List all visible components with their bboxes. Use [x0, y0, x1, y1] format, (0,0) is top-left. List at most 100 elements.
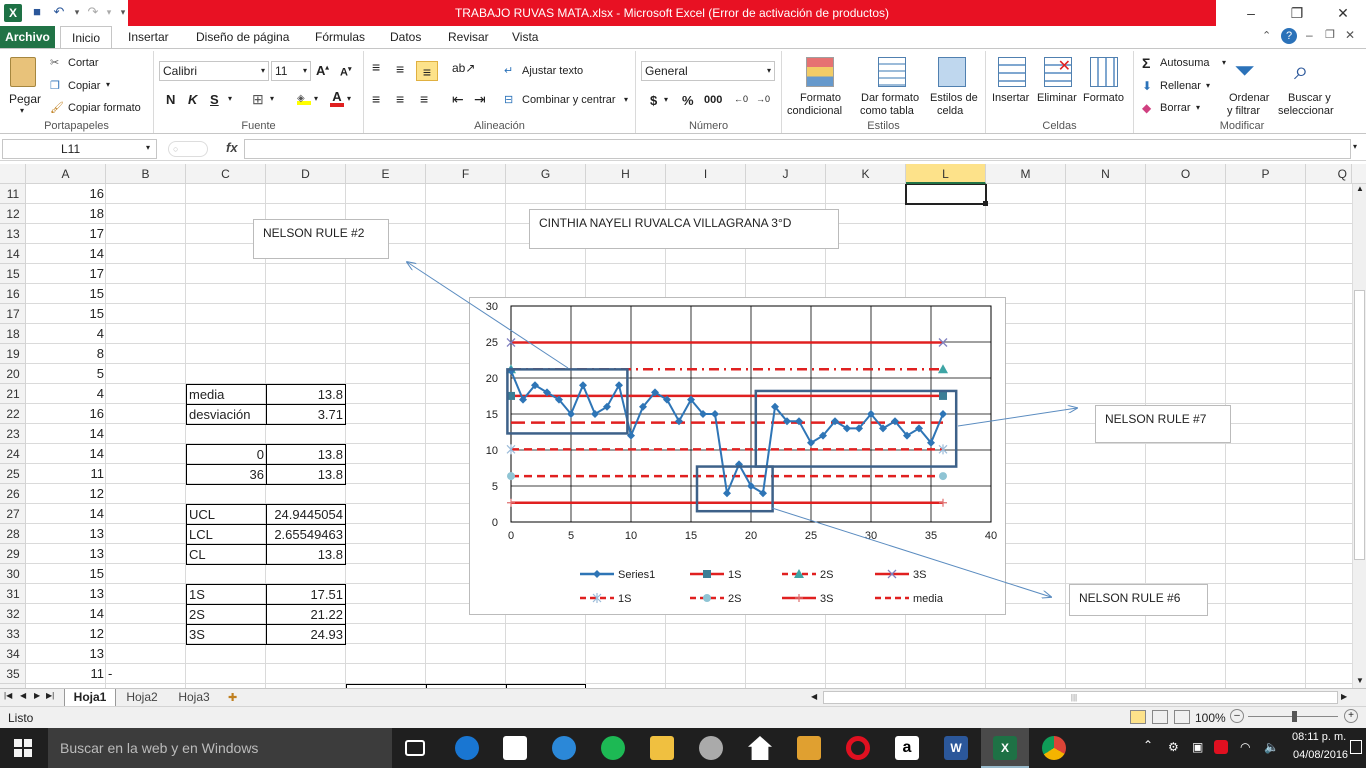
row-header-21[interactable]: 21 [0, 384, 26, 404]
cell-d21[interactable]: 13.8 [266, 384, 346, 405]
column-header-o[interactable]: O [1146, 164, 1226, 184]
conditional-format-icon[interactable] [806, 57, 834, 87]
cell-d24[interactable]: 13.8 [266, 444, 346, 465]
cell-c22[interactable]: desviación [186, 404, 267, 425]
tab-vista[interactable]: Vista [508, 26, 542, 48]
column-header-g[interactable]: G [506, 164, 586, 184]
cell-styles-icon[interactable] [938, 57, 966, 87]
cell-a27[interactable]: 14 [26, 504, 106, 524]
fill-color-icon[interactable]: ◈ [297, 93, 311, 105]
tab-datos[interactable]: Datos [386, 26, 425, 48]
zoom-in-icon[interactable]: + [1344, 709, 1358, 723]
row-header-24[interactable]: 24 [0, 444, 26, 464]
align-left-icon[interactable]: ≡ [372, 91, 380, 107]
undo-icon[interactable]: ↶ [50, 3, 68, 21]
scroll-left-icon[interactable]: ◀ [811, 692, 817, 701]
scroll-up-icon[interactable]: ▲ [1356, 184, 1364, 193]
cell-a16[interactable]: 15 [26, 284, 106, 304]
vertical-scrollbar[interactable]: ▲ ▼ [1352, 184, 1366, 688]
tab-formulas[interactable]: Fórmulas [311, 26, 369, 48]
font-size-select[interactable]: 11 ▾ [271, 61, 311, 81]
spotify-icon[interactable] [601, 736, 625, 760]
delete-cells-icon[interactable]: ✕ [1044, 57, 1072, 87]
row-header-14[interactable]: 14 [0, 244, 26, 264]
cell-c31[interactable]: 1S [186, 584, 267, 605]
name-box[interactable]: L11 [2, 139, 157, 159]
align-bottom-icon[interactable]: ≡ [416, 61, 438, 81]
horizontal-scrollbar[interactable]: ||| [823, 691, 1338, 704]
sort-filter-label-1[interactable]: Ordenar [1229, 92, 1269, 104]
clock-time[interactable]: 08:11 p. m. [1292, 731, 1346, 743]
wrap-text-button[interactable]: Ajustar texto [522, 65, 583, 77]
paste-dropdown-icon[interactable]: ▾ [20, 106, 24, 115]
action-center-icon[interactable] [1350, 740, 1362, 754]
cell-a34[interactable]: 13 [26, 644, 106, 664]
sheet-tab-hoja3[interactable]: Hoja3 [172, 689, 216, 707]
currency-dropdown-icon[interactable]: ▾ [664, 95, 668, 104]
row-header-33[interactable]: 33 [0, 624, 26, 644]
column-header-e[interactable]: E [346, 164, 426, 184]
textbox-name[interactable]: CINTHIA NAYELI RUVALCA VILLAGRANA 3°D [529, 209, 839, 249]
cell-c32[interactable]: 2S [186, 604, 267, 625]
wifi-icon[interactable]: ◠ [1240, 740, 1250, 754]
formula-bar-handle-icon[interactable]: ○ [168, 141, 208, 157]
align-middle-icon[interactable]: ≡ [396, 61, 404, 77]
fx-icon[interactable]: fx [226, 140, 238, 155]
cell-a23[interactable]: 14 [26, 424, 106, 444]
cell-a22[interactable]: 16 [26, 404, 106, 424]
find-select-icon[interactable]: ⌕ [1294, 55, 1309, 87]
cell-a31[interactable]: 13 [26, 584, 106, 604]
column-header-k[interactable]: K [826, 164, 906, 184]
expand-formula-icon[interactable]: ▾ [1353, 142, 1357, 151]
sheet-nav-prev-icon[interactable]: ◀ [20, 691, 26, 700]
cell-d32[interactable]: 21.22 [266, 604, 346, 625]
wrap-text-icon[interactable]: ↵ [504, 64, 513, 77]
edge-icon[interactable] [455, 736, 479, 760]
fill-handle[interactable] [983, 201, 988, 206]
media-app-icon[interactable] [699, 736, 723, 760]
scroll-thumb[interactable] [1354, 290, 1365, 560]
cell-d27[interactable]: 24.9445054 [266, 504, 346, 525]
task-view-icon[interactable] [405, 740, 425, 756]
row-header-12[interactable]: 12 [0, 204, 26, 224]
cell-c21[interactable]: media [186, 384, 267, 405]
word-icon[interactable]: W [944, 736, 968, 760]
cell-a32[interactable]: 14 [26, 604, 106, 624]
conditional-format-label-2[interactable]: condicional [787, 105, 842, 117]
underline-button[interactable]: S [210, 92, 219, 107]
merge-center-button[interactable]: Combinar y centrar [522, 94, 616, 106]
cell-a33[interactable]: 12 [26, 624, 106, 644]
autosum-button[interactable]: Autosuma [1160, 57, 1210, 69]
cell-c27[interactable]: UCL [186, 504, 267, 525]
cell-a21[interactable]: 4 [26, 384, 106, 404]
row-header-35[interactable]: 35 [0, 664, 26, 684]
new-sheet-icon[interactable]: ✚ [228, 691, 237, 704]
help-icon[interactable]: ? [1281, 28, 1297, 44]
format-painter-icon[interactable]: 🖌 [50, 101, 64, 114]
name-box-dropdown-icon[interactable]: ▾ [146, 143, 150, 152]
select-all-corner[interactable] [0, 164, 26, 184]
row-header-32[interactable]: 32 [0, 604, 26, 624]
tab-inicio[interactable]: Inicio [60, 26, 112, 49]
conditional-format-label-1[interactable]: Formato [800, 92, 841, 104]
increase-decimal-icon[interactable]: ←0 [734, 94, 748, 104]
column-header-p[interactable]: P [1226, 164, 1306, 184]
row-header-16[interactable]: 16 [0, 284, 26, 304]
tray-icon-2[interactable]: ▣ [1192, 740, 1203, 754]
office-app-icon[interactable] [797, 736, 821, 760]
cell-a29[interactable]: 13 [26, 544, 106, 564]
excel-taskbar-icon[interactable]: X [993, 736, 1017, 760]
row-header-26[interactable]: 26 [0, 484, 26, 504]
cell-d25[interactable]: 13.8 [266, 464, 346, 485]
minimize-button[interactable]: – [1228, 0, 1274, 26]
borders-dropdown-icon[interactable]: ▾ [270, 94, 274, 103]
zoom-out-icon[interactable]: – [1230, 709, 1244, 723]
column-header-i[interactable]: I [666, 164, 746, 184]
percent-button[interactable]: % [682, 93, 694, 108]
row-header-17[interactable]: 17 [0, 304, 26, 324]
clock-date[interactable]: 04/08/2016 [1293, 749, 1348, 761]
workbook-minimize-icon[interactable]: – [1306, 28, 1313, 42]
opera-icon[interactable] [846, 736, 870, 760]
cell-a17[interactable]: 15 [26, 304, 106, 324]
cell-c25[interactable]: 36 [186, 464, 267, 485]
